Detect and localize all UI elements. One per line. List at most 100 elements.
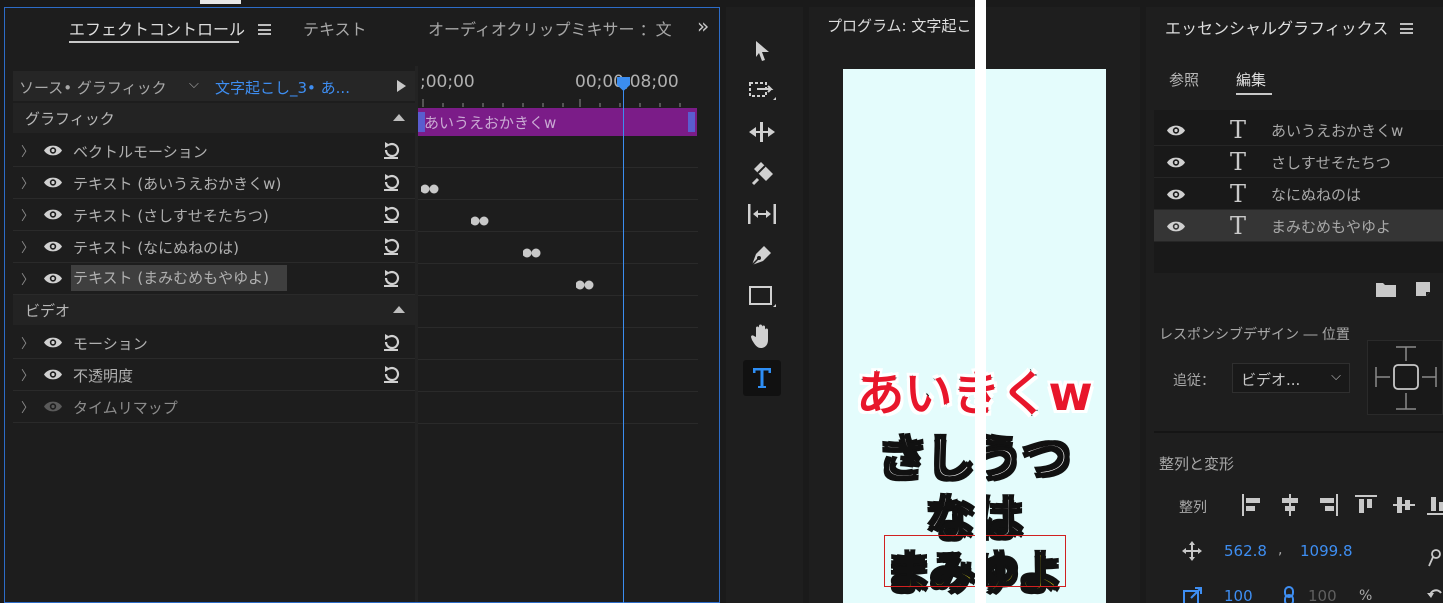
eye-icon[interactable] [1166,124,1186,137]
razor-tool[interactable] [743,155,781,191]
slip-tool[interactable] [743,196,781,232]
clip-out-handle[interactable] [688,112,695,132]
collapse-icon[interactable] [393,114,405,121]
align-left-icon[interactable] [1240,493,1264,517]
eye-icon[interactable] [43,208,63,221]
eye-icon[interactable] [1166,220,1186,233]
chevron-down-icon[interactable]: ⌵ [189,77,199,92]
clip-name: あいうえおかきくw [424,114,557,132]
position-y-field[interactable]: 1099.8 [1300,542,1353,560]
anchor-icon[interactable] [1428,547,1443,567]
pen-tool[interactable] [743,237,781,273]
tab-edit[interactable]: 編集 [1236,69,1266,90]
layer-row[interactable]: T さしすせそたちつ [1154,146,1443,178]
reset-icon[interactable] [381,172,401,192]
eye-icon[interactable] [43,336,63,349]
program-monitor-title[interactable]: プログラム: 文字起こ [827,15,971,36]
section-title: ビデオ [25,302,71,320]
new-group-folder-icon[interactable] [1375,280,1397,298]
reset-icon[interactable] [381,332,401,352]
playhead-line[interactable] [623,82,624,603]
clip-bar[interactable]: あいうえおかきくw [418,108,697,136]
scale-linked-field[interactable]: 100 [1308,587,1337,603]
tab-text[interactable]: テキスト [303,16,367,40]
pin-edges-icon [1375,346,1437,410]
section-divider [1154,431,1443,433]
chevron-right-icon[interactable]: 〉 [21,333,34,352]
chevron-right-icon[interactable]: 〉 [21,141,34,160]
property-row[interactable]: 〉 不透明度 [13,359,415,391]
chevron-right-icon[interactable]: 〉 [21,269,34,288]
source-clip-bar: ソース• グラフィック ⌵ 文字起こし_3• あ... [13,71,415,101]
keyframe-pair[interactable] [421,184,439,194]
reset-icon[interactable] [381,268,401,288]
reset-icon[interactable] [381,204,401,224]
chevron-right-icon[interactable]: 〉 [21,365,34,384]
layer-row[interactable]: T なにぬねのは [1154,178,1443,210]
tab-browse[interactable]: 参照 [1169,69,1199,90]
rectangle-tool[interactable] [743,278,781,314]
property-row[interactable]: 〉 テキスト (さしすせそたちつ) [13,199,415,231]
panel-menu-icon[interactable] [258,24,271,35]
reset-icon[interactable] [381,364,401,384]
property-label: 不透明度 [73,367,134,385]
hand-tool[interactable] [743,319,781,355]
follow-dropdown[interactable]: ビデオ... ⌵ [1232,363,1350,393]
reset-icon[interactable] [381,236,401,256]
type-tool[interactable] [743,360,781,396]
timecode-start: ;00;00 [420,72,475,92]
align-bottom-icon[interactable] [1426,493,1443,517]
new-layer-icon[interactable] [1414,280,1432,298]
eye-icon[interactable] [43,144,63,157]
eye-icon[interactable] [1166,156,1186,169]
keyframe-pair[interactable] [471,216,489,226]
align-center-horizontal-icon[interactable] [1278,493,1302,517]
eye-icon-disabled[interactable] [43,400,63,413]
time-ruler[interactable] [418,97,698,107]
ripple-edit-tool[interactable] [743,114,781,150]
align-right-icon[interactable] [1316,493,1340,517]
eye-icon[interactable] [43,368,63,381]
property-row-selected[interactable]: 〉 テキスト (まみむめもやゆよ) [13,263,415,295]
chevron-right-icon[interactable]: 〉 [21,173,34,192]
property-row[interactable]: 〉 モーション [13,327,415,359]
chevron-right-icon[interactable]: 〉 [21,397,34,416]
panel-menu-icon[interactable] [1400,23,1413,34]
section-video[interactable]: ビデオ [13,295,415,325]
playhead-handle[interactable] [616,76,631,92]
keyframe-pair[interactable] [523,248,541,258]
chevron-right-icon[interactable]: 〉 [21,237,34,256]
mini-timeline[interactable]: ;00;00 00;00;08;00 あいうえおかきくw [418,66,698,602]
eye-icon[interactable] [43,240,63,253]
rotate-icon[interactable] [1426,587,1443,603]
layer-row[interactable]: T あいうえおかきくw [1154,114,1443,146]
scale-field[interactable]: 100 [1224,587,1253,603]
tab-audio-clip-mixer[interactable]: オーディオクリップミキサー ：文 [428,16,672,40]
property-row[interactable]: 〉 ベクトルモーション [13,135,415,167]
essential-graphics-title[interactable]: エッセンシャルグラフィックス [1165,15,1388,39]
clip-selector[interactable]: 文字起こし_3• あ... [215,77,350,98]
play-icon[interactable] [397,80,406,92]
overflow-tabs-icon[interactable]: » [697,14,709,38]
tab-effect-controls[interactable]: エフェクトコントロール [69,16,245,40]
layer-row-selected[interactable]: T まみむめもやゆよ [1154,210,1443,242]
eye-icon[interactable] [43,176,63,189]
timeline-row-divider [418,263,698,264]
eye-icon[interactable] [43,272,63,285]
reset-icon[interactable] [381,140,401,160]
property-row[interactable]: 〉 テキスト (なにぬねのは) [13,231,415,263]
align-center-vertical-icon[interactable] [1392,493,1416,517]
section-graphic[interactable]: グラフィック [13,103,415,133]
eye-icon[interactable] [1166,188,1186,201]
property-row[interactable]: 〉 タイムリマップ [13,391,415,423]
collapse-icon[interactable] [393,306,405,313]
link-icon[interactable] [1282,585,1296,603]
align-top-icon[interactable] [1354,493,1378,517]
chevron-right-icon[interactable]: 〉 [21,205,34,224]
keyframe-pair[interactable] [576,280,594,290]
track-select-tool[interactable] [743,73,781,109]
position-x-field[interactable]: 562.8 [1224,542,1267,560]
property-row[interactable]: 〉 テキスト (あいうえおかきくw) [13,167,415,199]
selection-tool[interactable] [743,33,781,69]
pin-to-widget[interactable] [1367,340,1443,415]
